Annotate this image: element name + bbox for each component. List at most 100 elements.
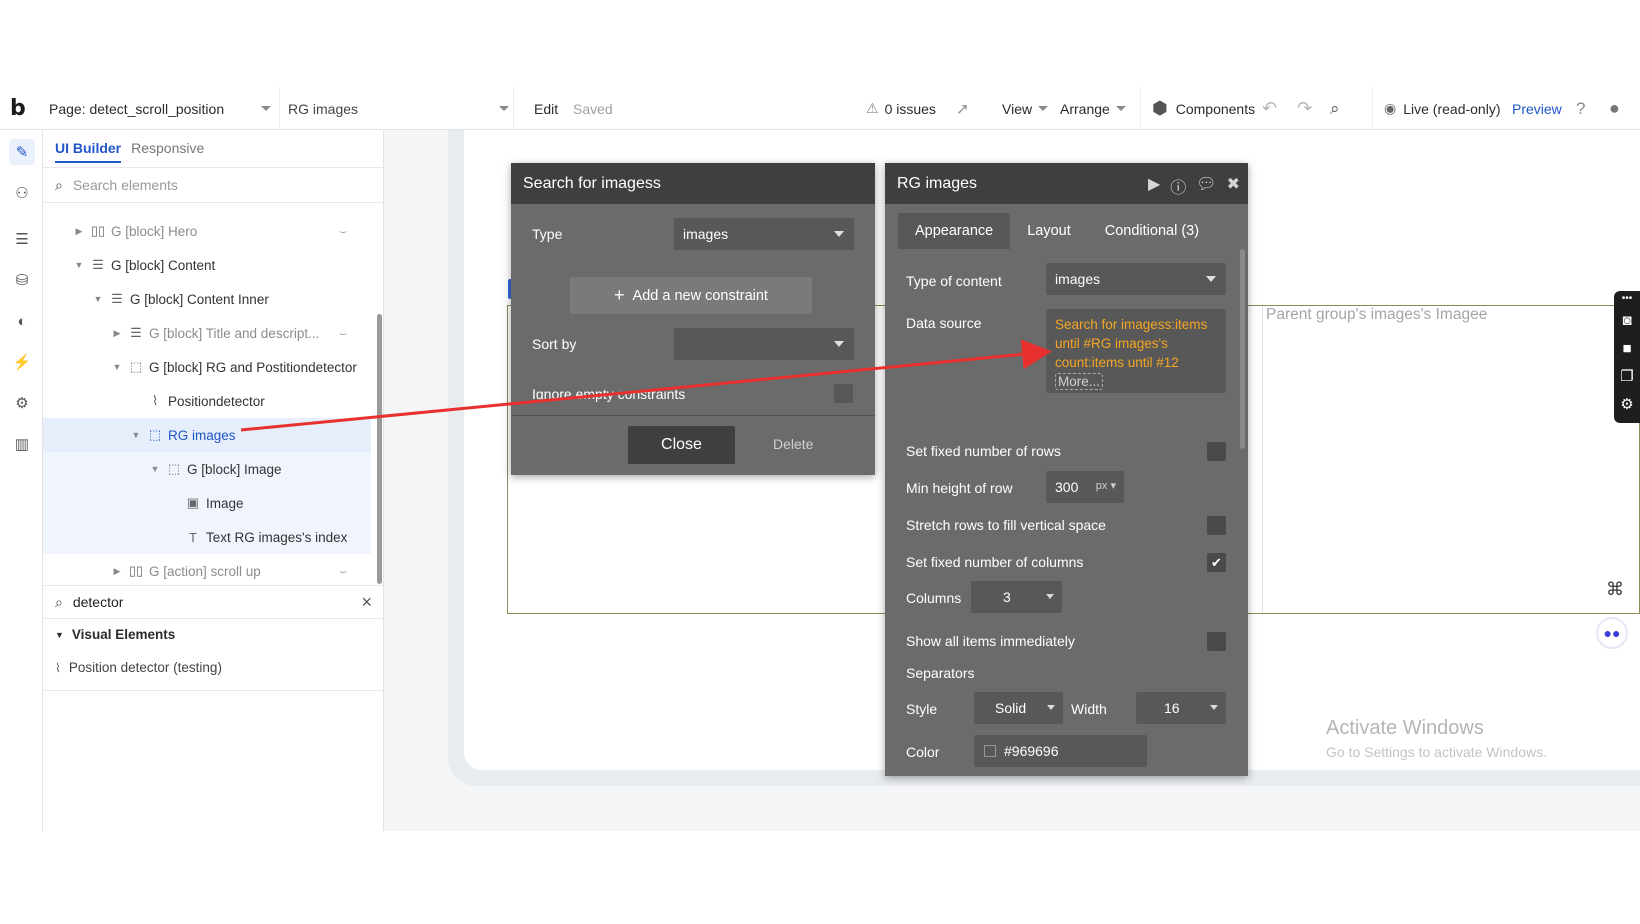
tree-row[interactable]: ▼ ⬚ G [block] RG and Postitiondetector xyxy=(43,350,371,384)
rows-icon: ☰ xyxy=(92,257,104,272)
caret-right-icon[interactable]: ▶ xyxy=(111,328,123,339)
type-dropdown[interactable]: images xyxy=(674,218,854,250)
element-selector[interactable]: RG images xyxy=(288,87,514,130)
hidden-eye-icon[interactable]: ⌣ xyxy=(339,224,347,239)
tab-conditional[interactable]: Conditional (3) xyxy=(1088,213,1216,249)
color-swatch[interactable] xyxy=(984,745,996,757)
top-bar: b Page: detect_scroll_position RG images… xyxy=(0,87,1640,130)
tree-row[interactable]: ▼ ⬚ RG images xyxy=(43,418,371,452)
tree-row[interactable]: ⌇ Positiondetector xyxy=(43,384,371,418)
filter-search[interactable]: ⌕ detector × xyxy=(43,585,384,619)
issues-button[interactable]: ⚠ 0 issues xyxy=(866,87,936,130)
close-icon[interactable]: ✖ xyxy=(1227,174,1240,198)
preview-button[interactable]: Preview xyxy=(1512,87,1562,130)
tree-row[interactable]: ▼ ☰ G [block] Content Inner xyxy=(43,282,371,316)
caret-down-icon[interactable]: ▼ xyxy=(149,464,161,474)
group-icon: ⬚ xyxy=(167,461,181,476)
visual-element-item[interactable]: ⌇ Position detector (testing) xyxy=(55,660,222,675)
stretch-rows-checkbox[interactable] xyxy=(1207,516,1226,535)
logs-chart-icon[interactable]: ▥ xyxy=(9,431,35,457)
tree-row[interactable]: ▶ ☰ G [block] Title and descript... ⌣ xyxy=(43,316,371,350)
comment-icon[interactable]: 💬︎ xyxy=(1196,174,1216,198)
search-icon[interactable]: ⌕ xyxy=(1330,87,1340,130)
show-all-checkbox[interactable] xyxy=(1207,632,1226,651)
assistant-bot-icon[interactable]: ●● xyxy=(1596,617,1628,649)
more-icon[interactable]: ••• xyxy=(1614,291,1640,307)
user-avatar-icon[interactable]: ● xyxy=(1609,87,1620,130)
fixed-columns-checkbox[interactable]: ✔ xyxy=(1207,553,1226,572)
columns-dropdown[interactable]: 3 xyxy=(971,581,1062,613)
hidden-eye-icon[interactable]: ⌣ xyxy=(339,326,347,341)
close-button[interactable]: Close xyxy=(628,426,735,464)
unit-selector[interactable]: px ▾ xyxy=(1096,479,1116,492)
undo-icon[interactable]: ↶ xyxy=(1262,87,1277,130)
caret-down-icon[interactable]: ▼ xyxy=(111,362,123,372)
min-height-input[interactable]: 300 px ▾ xyxy=(1046,471,1124,503)
popup-title[interactable]: Search for imagess xyxy=(511,163,875,204)
database-icon[interactable]: ⛁ xyxy=(9,267,35,293)
delete-button[interactable]: Delete xyxy=(773,436,813,452)
rss-icon: ⌇ xyxy=(55,660,61,675)
design-pencil-icon[interactable]: ✎ xyxy=(9,139,35,165)
settings-icon[interactable]: ⚙ xyxy=(9,390,35,416)
element-search[interactable]: ⌕ Search elements xyxy=(43,167,384,203)
video-icon[interactable]: ■ xyxy=(1614,335,1640,363)
cursor-icon[interactable]: ➚ xyxy=(956,87,969,130)
styles-palette-icon[interactable]: ◐ xyxy=(9,308,35,334)
redo-icon[interactable]: ↷ xyxy=(1297,87,1312,130)
width-dropdown[interactable]: 16 xyxy=(1136,692,1226,724)
gear-icon[interactable]: ⚙ xyxy=(1614,391,1640,419)
tab-responsive[interactable]: Responsive xyxy=(131,140,204,163)
view-menu[interactable]: View xyxy=(1002,87,1049,130)
filter-search-value[interactable]: detector xyxy=(73,594,352,610)
editor-scrollbar[interactable] xyxy=(1240,249,1245,449)
play-icon[interactable]: ▶ xyxy=(1148,174,1160,198)
data-icon[interactable]: ☰ xyxy=(9,226,35,252)
search-constraints-popup: Search for imagess Type images + Add a n… xyxy=(511,163,875,475)
group-icon: ⬚ xyxy=(148,427,162,442)
caret-down-icon[interactable]: ▼ xyxy=(130,430,142,440)
tree-row[interactable]: ▼ ☰ G [block] Content xyxy=(43,248,371,282)
tree-row[interactable]: ▼ ⬚ G [block] Image xyxy=(43,452,371,486)
style-dropdown[interactable]: Solid xyxy=(974,692,1063,724)
tree-scrollbar[interactable] xyxy=(377,314,382,584)
more-link[interactable]: More... xyxy=(1055,373,1104,390)
caret-down-icon[interactable]: ▼ xyxy=(73,260,85,270)
workflow-icon[interactable]: ⚇ xyxy=(9,180,35,206)
tab-layout[interactable]: Layout xyxy=(1010,213,1088,249)
caret-right-icon[interactable]: ▶ xyxy=(73,226,85,237)
bubble-logo[interactable]: b xyxy=(10,87,34,130)
help-icon[interactable]: ? xyxy=(1576,87,1585,130)
sort-by-dropdown[interactable] xyxy=(674,328,854,360)
close-icon[interactable]: × xyxy=(361,592,372,613)
color-picker[interactable]: #969696 xyxy=(974,735,1147,767)
add-constraint-button[interactable]: + Add a new constraint xyxy=(570,277,812,314)
tab-appearance[interactable]: Appearance xyxy=(898,213,1011,249)
type-of-content-dropdown[interactable]: images xyxy=(1046,263,1226,295)
tree-row[interactable]: ▣ Image xyxy=(43,486,371,520)
page-selector[interactable]: Page: detect_scroll_position xyxy=(44,87,280,130)
hidden-eye-icon[interactable]: ⌣ xyxy=(339,564,347,579)
elements-panel: UI Builder Responsive ⌕ Search elements … xyxy=(43,130,384,831)
edit-menu[interactable]: Edit xyxy=(534,87,558,130)
tree-row[interactable]: T Text RG images's index xyxy=(43,520,371,554)
arrange-menu[interactable]: Arrange xyxy=(1060,87,1126,130)
window-icon[interactable]: ❐ xyxy=(1614,363,1640,391)
live-version-selector[interactable]: ◉ Live (read-only) xyxy=(1372,87,1500,130)
tree-row[interactable]: ▶ ▯▯ G [block] Hero ⌣ xyxy=(43,214,371,248)
ignore-empty-label: Ignore empty constraints xyxy=(532,386,686,402)
camera-icon[interactable]: ◙ xyxy=(1614,307,1640,335)
separators-label: Separators xyxy=(906,665,975,681)
caret-right-icon[interactable]: ▶ xyxy=(111,566,123,577)
ignore-empty-checkbox[interactable] xyxy=(834,384,853,403)
visual-elements-heading[interactable]: ▼ Visual Elements xyxy=(55,627,175,642)
info-icon[interactable]: ⓘ xyxy=(1170,174,1186,198)
data-source-expression[interactable]: Search for imagess:items until #RG image… xyxy=(1046,309,1226,393)
components-button[interactable]: ⬢ Components xyxy=(1140,87,1255,130)
tab-ui-builder[interactable]: UI Builder xyxy=(55,140,122,163)
tree-row[interactable]: ▶ ▯▯ G [action] scroll up ⌣ xyxy=(43,554,371,588)
fixed-rows-checkbox[interactable] xyxy=(1207,442,1226,461)
command-icon[interactable]: ⌘ xyxy=(1606,579,1624,600)
plugins-icon[interactable]: ⚡ xyxy=(9,349,35,375)
caret-down-icon[interactable]: ▼ xyxy=(92,294,104,304)
